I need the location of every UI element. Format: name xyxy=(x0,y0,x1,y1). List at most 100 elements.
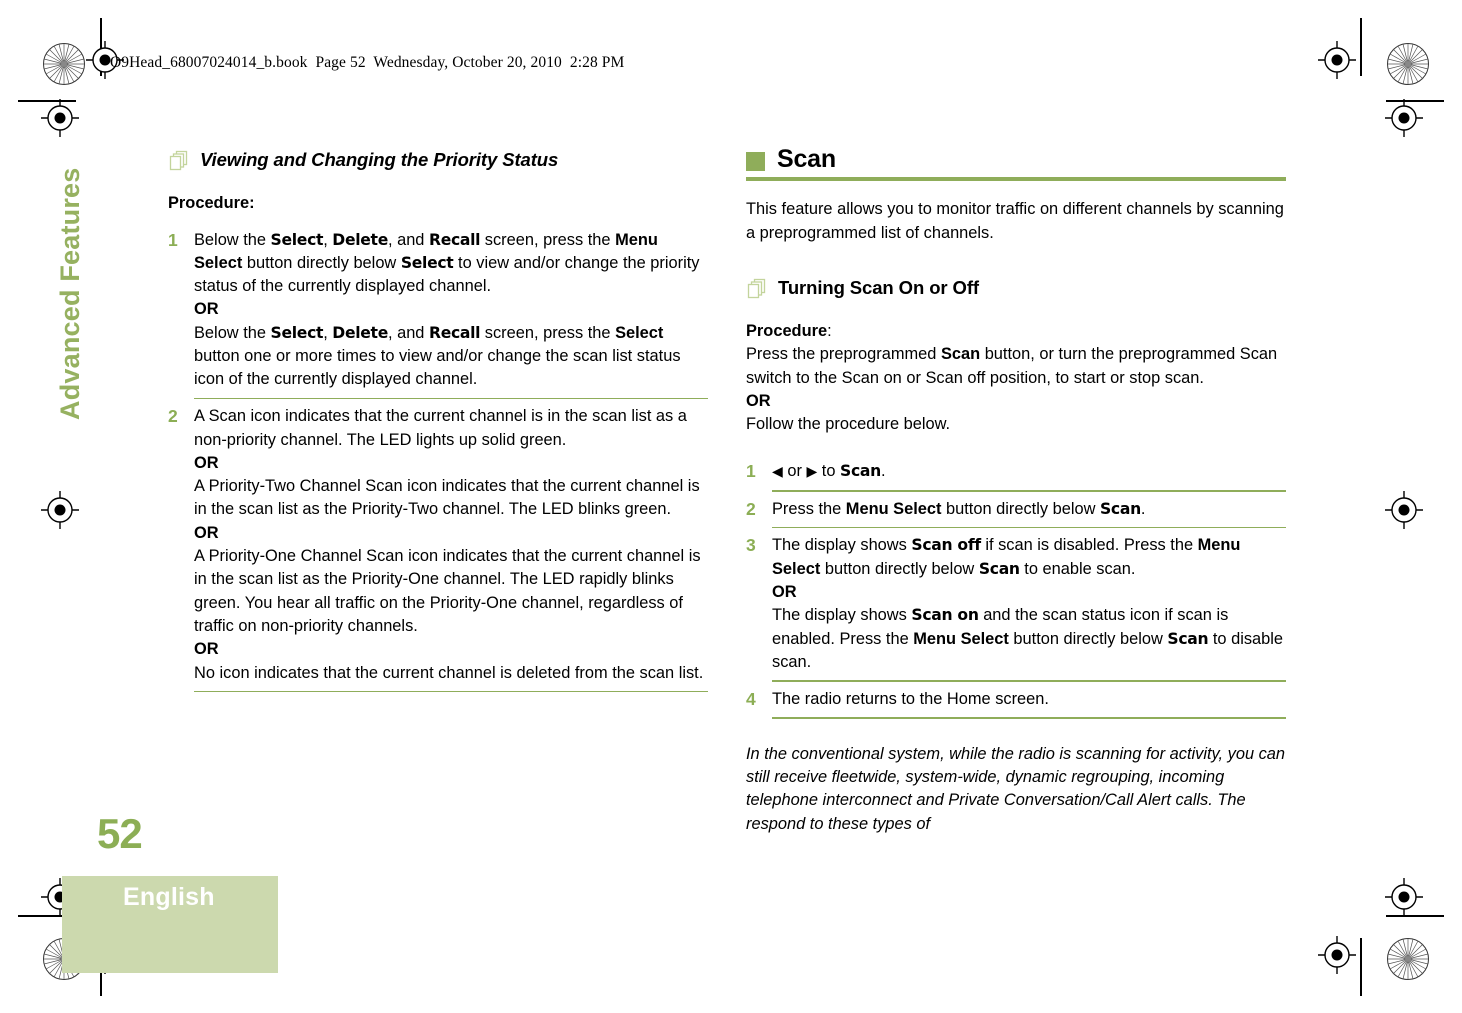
right-step-4: 4 The radio returns to the Home screen. xyxy=(746,688,1286,711)
right-step-3-body: The display shows Scan off if scan is di… xyxy=(772,534,1286,674)
ui-delete-1: Delete xyxy=(332,230,388,249)
crop-line-tr-vertical xyxy=(1360,18,1362,76)
t: button directly below xyxy=(820,559,979,578)
right-step-3-number: 3 xyxy=(746,535,756,556)
ui-select-1: Select xyxy=(270,230,324,249)
scan-section-rule xyxy=(746,177,1286,182)
t: to xyxy=(817,461,841,480)
registration-crosshair-icon-left-mid xyxy=(41,491,79,529)
t: Below the xyxy=(194,230,271,249)
right-step-4-number: 4 xyxy=(746,688,756,709)
ui-select-2: Select xyxy=(400,253,454,272)
left-procedure-label: Procedure: xyxy=(168,192,708,215)
left-step-1-number: 1 xyxy=(168,229,178,250)
right-step-3-or: OR xyxy=(772,581,1286,604)
right-step-3-part-a: The display shows Scan off if scan is di… xyxy=(772,534,1286,581)
left-step-2-para-2: A Priority-Two Channel Scan icon indicat… xyxy=(194,477,700,519)
left-column: Viewing and Changing the Priority Status… xyxy=(168,148,708,698)
ui-delete-2: Delete xyxy=(332,323,388,342)
right-step-3: 3 The display shows Scan off if scan is … xyxy=(746,534,1286,674)
right-step-separator-4 xyxy=(772,717,1286,719)
or-label: OR xyxy=(194,453,219,472)
t: button one or more times to view and/or … xyxy=(194,347,681,389)
arrow-left-icon: ◀ xyxy=(772,463,783,480)
right-step-separator-3 xyxy=(772,680,1286,682)
right-step-2-body: Press the Menu Select button directly be… xyxy=(772,498,1286,521)
right-step-2: 2 Press the Menu Select button directly … xyxy=(746,498,1286,521)
ui-scan-display-3b: Scan xyxy=(1167,629,1209,648)
left-step-1-or: OR xyxy=(194,298,708,321)
right-step-1-body: ◀ or ▶ to Scan. xyxy=(772,460,1286,484)
left-subheading: Viewing and Changing the Priority Status xyxy=(168,148,708,179)
t: screen, press the xyxy=(480,230,616,249)
right-column: Scan This feature allows you to monitor … xyxy=(746,145,1286,836)
right-procedure-label-text: Procedure xyxy=(746,322,828,341)
t: : xyxy=(827,322,832,341)
left-subheading-text: Viewing and Changing the Priority Status xyxy=(200,149,559,170)
left-step-1-part-b: Below the Select, Delete, and Recall scr… xyxy=(194,322,708,392)
right-step-2-text: Press the Menu Select button directly be… xyxy=(772,498,1286,521)
turning-scan-subheading: Turning Scan On or Off xyxy=(746,276,1286,307)
t: or xyxy=(782,461,807,480)
right-step-separator-1 xyxy=(772,489,1286,492)
ui-scan-off-display: Scan off xyxy=(911,536,981,555)
crop-line-br-vertical xyxy=(1360,938,1362,996)
t: if scan is disabled. Press the xyxy=(980,536,1198,555)
left-step-2-or-1: OR xyxy=(194,452,708,475)
right-step-1: 1 ◀ or ▶ to Scan. xyxy=(746,460,1286,484)
ui-menu-select-2: Menu Select xyxy=(845,499,942,518)
page-stack-icon xyxy=(746,278,768,307)
t: , xyxy=(323,230,333,249)
registration-crosshair-icon-br2 xyxy=(1318,936,1356,974)
t: . xyxy=(880,461,886,480)
t: , xyxy=(323,323,333,342)
right-step-1-number: 1 xyxy=(746,460,756,481)
registration-starburst-icon-br xyxy=(1386,937,1430,981)
book-file-header: O9Head_68007024014_b.book Page 52 Wednes… xyxy=(110,54,625,71)
right-step-2-number: 2 xyxy=(746,498,756,519)
t: button directly below xyxy=(941,499,1100,518)
or-label: OR xyxy=(194,300,219,319)
ui-scan-display-2: Scan xyxy=(1099,499,1141,518)
or-label: OR xyxy=(772,583,797,602)
ui-select-3: Select xyxy=(270,323,324,342)
chapter-tab-label: Advanced Features xyxy=(55,167,85,421)
right-procedure-or: OR xyxy=(746,390,1286,413)
ui-scan-on-display: Scan on xyxy=(911,606,979,625)
ui-recall-2: Recall xyxy=(428,323,481,342)
scan-intro-paragraph: This feature allows you to monitor traff… xyxy=(746,200,1284,242)
t: Press the preprogrammed xyxy=(746,345,941,364)
right-step-separator-2 xyxy=(772,526,1286,529)
registration-crosshair-icon-right-mid xyxy=(1385,491,1423,529)
t: . xyxy=(1140,499,1146,518)
t: The display shows xyxy=(772,536,912,555)
square-bullet-icon xyxy=(746,151,765,171)
right-step-1-text: ◀ or ▶ to Scan. xyxy=(772,460,1286,484)
t: , and xyxy=(387,230,429,249)
ui-select-bold: Select xyxy=(615,323,664,342)
page-number: 52 xyxy=(97,810,143,857)
left-step-separator-2 xyxy=(194,690,708,693)
language-badge-label: English xyxy=(123,883,215,911)
left-step-separator-1 xyxy=(194,397,708,400)
scan-section-heading-text: Scan xyxy=(777,145,836,173)
left-step-2-para-1: A Scan icon indicates that the current c… xyxy=(194,407,687,449)
right-procedure-follow: Follow the procedure below. xyxy=(746,415,951,434)
t: button directly below xyxy=(1008,629,1168,648)
t: screen, press the xyxy=(480,323,616,342)
or-label: OR xyxy=(746,392,771,411)
ui-menu-select-3b: Menu Select xyxy=(913,629,1009,648)
left-step-2: 2 A Scan icon indicates that the current… xyxy=(168,405,708,685)
left-step-1: 1 Below the Select, Delete, and Recall s… xyxy=(168,229,708,392)
ui-scan-display-3a: Scan xyxy=(978,559,1020,578)
ui-scan-button: Scan xyxy=(940,345,981,364)
or-label: OR xyxy=(194,640,219,659)
t: button directly below xyxy=(242,253,401,272)
ui-scan-display-1: Scan xyxy=(840,461,881,480)
page-stack-icon xyxy=(168,150,190,179)
right-step-4-body: The radio returns to the Home screen. xyxy=(772,688,1286,711)
left-step-2-or-3: OR xyxy=(194,638,708,661)
left-step-1-body: Below the Select, Delete, and Recall scr… xyxy=(194,229,708,392)
registration-crosshair-icon-tr2 xyxy=(1385,99,1423,137)
right-step-4-text: The radio returns to the Home screen. xyxy=(772,689,1049,708)
